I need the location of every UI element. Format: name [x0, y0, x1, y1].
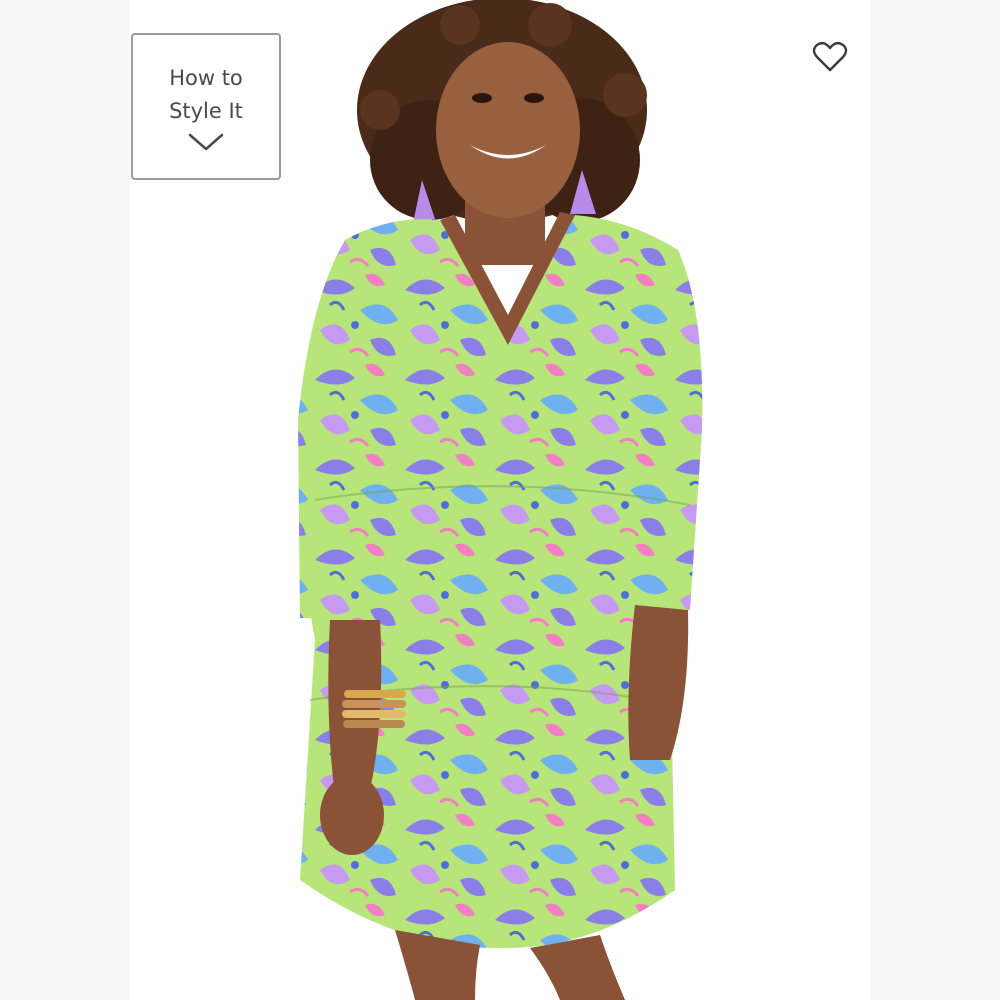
- how-to-style-it-label: How to Style It: [169, 65, 243, 123]
- chevron-down-icon: [188, 133, 224, 150]
- left-margin: [0, 0, 130, 1000]
- favorite-button[interactable]: [811, 39, 849, 75]
- face: [436, 42, 580, 218]
- heart-outline-icon: [812, 41, 848, 72]
- right-margin: [870, 0, 1000, 1000]
- how-to-style-it-button[interactable]: How to Style It: [131, 33, 281, 180]
